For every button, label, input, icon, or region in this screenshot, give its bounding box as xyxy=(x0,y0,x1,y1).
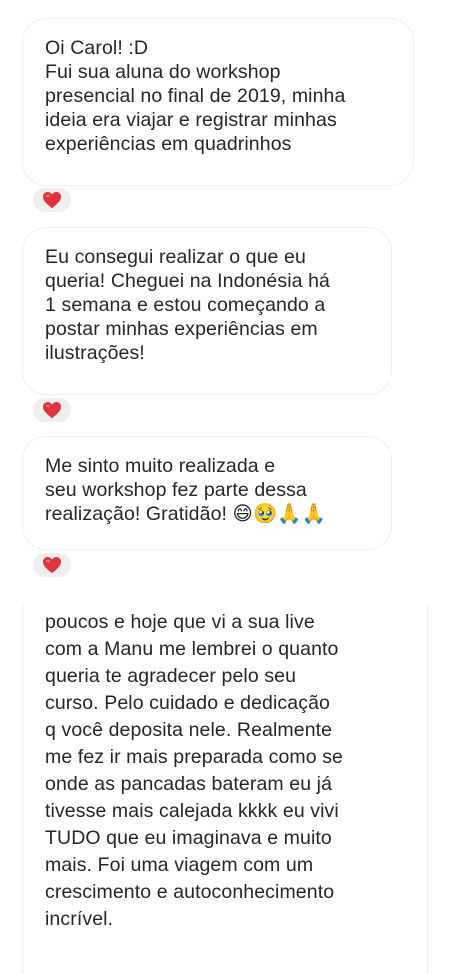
message-bubble-long[interactable]: poucos e hoje que vi a sua live com a Ma… xyxy=(22,603,428,974)
heart-icon xyxy=(42,191,62,209)
message-bubble[interactable]: Eu consegui realizar o que eu queria! Ch… xyxy=(22,227,392,395)
message-bubble[interactable]: Me sinto muito realizada e seu workshop … xyxy=(22,436,392,550)
message-text: Oi Carol! :D Fui sua aluna do workshop p… xyxy=(45,37,346,155)
message-text: Eu consegui realizar o que eu queria! Ch… xyxy=(45,246,330,364)
message-text: poucos e hoje que vi a sua live com a Ma… xyxy=(45,611,343,930)
reaction-badge[interactable] xyxy=(31,396,73,424)
reaction-badge[interactable] xyxy=(31,186,73,214)
heart-icon xyxy=(42,556,62,574)
message-text: Me sinto muito realizada e seu workshop … xyxy=(45,455,327,525)
message-bubble[interactable]: Oi Carol! :D Fui sua aluna do workshop p… xyxy=(22,18,414,186)
reaction-badge[interactable] xyxy=(31,551,73,579)
heart-icon xyxy=(42,401,62,419)
